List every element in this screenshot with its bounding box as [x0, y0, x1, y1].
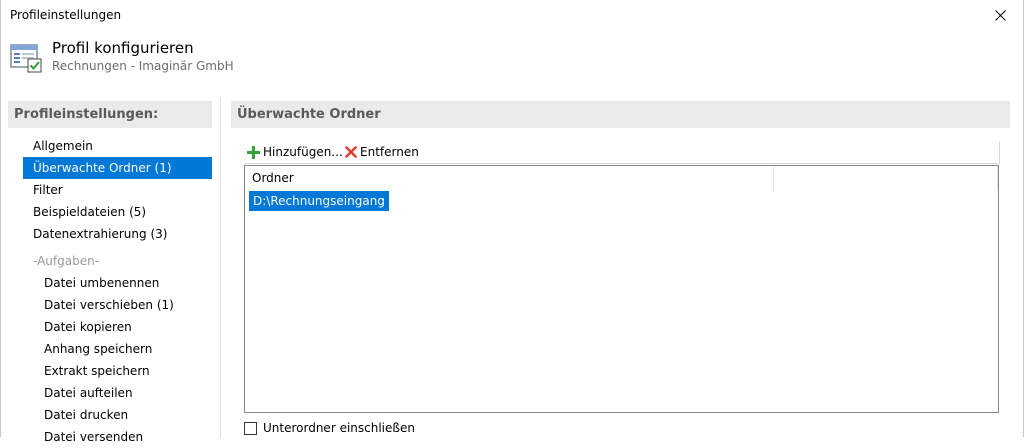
dialog-title: Profil konfigurieren	[52, 39, 194, 57]
sidebar-item-extrakt-speichern[interactable]: Extrakt speichern	[34, 360, 212, 382]
delete-x-icon	[345, 146, 357, 158]
dialog-header: Profil konfigurieren Rechnungen - Imagin…	[1, 32, 1023, 92]
sidebar-item-datei-versenden[interactable]: Datei versenden	[34, 426, 212, 448]
title-bar: Profileinstellungen	[1, 0, 1023, 32]
sidebar-item-datei-kopieren[interactable]: Datei kopieren	[34, 316, 212, 338]
remove-folder-button[interactable]: Entfernen	[345, 141, 419, 163]
include-subfolders-checkbox[interactable]	[244, 421, 257, 435]
dialog-subtitle: Rechnungen - Imaginär GmbH	[52, 59, 234, 73]
close-icon	[994, 10, 1006, 21]
sidebar-item-beispieldateien[interactable]: Beispieldateien (5)	[23, 201, 212, 223]
sidebar-heading: Profileinstellungen:	[8, 101, 212, 128]
include-subfolders-option[interactable]: Unterordner einschließen	[244, 419, 415, 437]
add-folder-label: Hinzufügen...	[263, 145, 343, 159]
folder-list[interactable]: Ordner D:\Rechnungseingang	[244, 165, 999, 413]
window-title: Profileinstellungen	[10, 8, 122, 22]
sidebar-group-aufgaben: -Aufgaben-	[33, 254, 100, 268]
sidebar-item-datei-drucken[interactable]: Datei drucken	[34, 404, 212, 426]
column-header-empty	[774, 166, 998, 190]
section-heading: Überwachte Ordner	[231, 101, 1010, 128]
profile-window-icon	[10, 44, 42, 73]
folder-toolbar: Hinzufügen... Entfernen	[244, 141, 1000, 164]
settings-sidebar: Profileinstellungen: Allgemein Überwacht…	[2, 97, 221, 444]
sidebar-item-filter[interactable]: Filter	[23, 179, 212, 201]
close-button[interactable]	[977, 0, 1023, 31]
add-folder-button[interactable]: Hinzufügen...	[247, 141, 343, 163]
sidebar-item-allgemein[interactable]: Allgemein	[23, 135, 212, 157]
sidebar-item-datei-umbenennen[interactable]: Datei umbenennen	[34, 272, 212, 294]
sidebar-item-datei-aufteilen[interactable]: Datei aufteilen	[34, 382, 212, 404]
remove-folder-label: Entfernen	[360, 145, 419, 159]
plus-icon	[247, 145, 260, 159]
sidebar-item-anhang-speichern[interactable]: Anhang speichern	[34, 338, 212, 360]
include-subfolders-label: Unterordner einschließen	[263, 421, 415, 435]
settings-window: Profileinstellungen Profil konfigurieren…	[0, 0, 1024, 444]
sidebar-item-ueberwachte-ordner[interactable]: Überwachte Ordner (1)	[23, 157, 212, 179]
column-header-ordner[interactable]: Ordner	[245, 166, 774, 190]
folder-list-row[interactable]: D:\Rechnungseingang	[249, 191, 389, 211]
sidebar-item-datenextrahierung[interactable]: Datenextrahierung (3)	[23, 223, 212, 245]
content-panel: Überwachte Ordner Hinzufügen... Entferne…	[231, 101, 1011, 437]
sidebar-item-datei-verschieben[interactable]: Datei verschieben (1)	[34, 294, 212, 316]
